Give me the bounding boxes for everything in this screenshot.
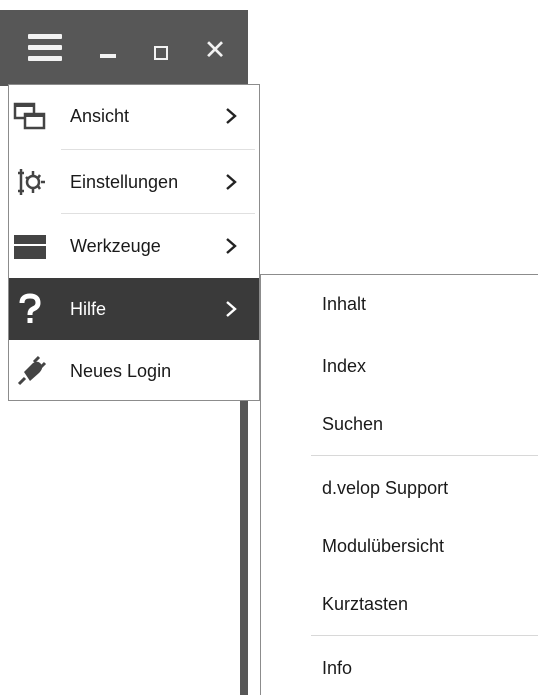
submenu-item-dvelop-support[interactable]: d.velop Support bbox=[261, 459, 538, 517]
question-icon bbox=[19, 293, 41, 323]
submenu-item-label: d.velop Support bbox=[322, 478, 449, 498]
submenu-separator bbox=[311, 455, 538, 456]
plug-icon bbox=[17, 355, 47, 386]
menu-item-einstellungen[interactable]: Einstellungen bbox=[9, 151, 259, 213]
submenu-item-label: Modulübersicht bbox=[322, 536, 445, 556]
chevron-right-icon bbox=[226, 301, 237, 317]
settings-gear-icon bbox=[18, 169, 45, 195]
submenu-item-moduluebersicht[interactable]: Modulübersicht bbox=[261, 517, 538, 575]
chevron-right-icon bbox=[226, 108, 237, 124]
chevron-right-icon bbox=[226, 174, 237, 190]
menu-item-werkzeuge[interactable]: Werkzeuge bbox=[9, 215, 259, 277]
submenu-item-kurztasten[interactable]: Kurztasten bbox=[261, 575, 538, 633]
help-submenu: Inhalt Index Suchen d.velop Support Modu… bbox=[260, 274, 538, 695]
submenu-item-label: Kurztasten bbox=[322, 594, 409, 614]
menu-item-label: Einstellungen bbox=[70, 172, 179, 192]
close-button[interactable]: ✕ bbox=[202, 37, 228, 64]
title-bar: ✕ bbox=[0, 10, 248, 86]
main-menu: Ansicht Einstellungen Werkzeuge Hilfe Ne… bbox=[8, 84, 260, 401]
menu-separator bbox=[61, 213, 255, 214]
hamburger-menu-icon[interactable] bbox=[28, 34, 62, 62]
chevron-right-icon bbox=[226, 238, 237, 254]
menu-item-label: Hilfe bbox=[70, 299, 107, 319]
submenu-item-label: Index bbox=[322, 356, 367, 376]
menu-item-label: Werkzeuge bbox=[70, 236, 161, 256]
submenu-item-label: Info bbox=[322, 658, 353, 678]
submenu-item-suchen[interactable]: Suchen bbox=[261, 395, 538, 453]
submenu-item-label: Inhalt bbox=[322, 294, 367, 314]
menu-item-neues-login[interactable]: Neues Login bbox=[9, 340, 259, 402]
submenu-item-label: Suchen bbox=[322, 414, 384, 434]
menu-item-label: Ansicht bbox=[70, 106, 130, 126]
submenu-item-index[interactable]: Index bbox=[261, 337, 538, 395]
submenu-separator bbox=[311, 635, 538, 636]
menu-item-hilfe[interactable]: Hilfe bbox=[9, 278, 259, 340]
menu-item-label: Neues Login bbox=[70, 361, 172, 381]
submenu-item-info[interactable]: Info bbox=[261, 639, 538, 697]
menu-item-ansicht[interactable]: Ansicht bbox=[9, 85, 259, 147]
window-edge bbox=[240, 400, 248, 695]
submenu-item-inhalt[interactable]: Inhalt bbox=[261, 275, 538, 333]
toolbox-icon bbox=[14, 235, 46, 259]
minimize-button[interactable] bbox=[100, 54, 116, 58]
maximize-button[interactable] bbox=[154, 46, 168, 60]
windows-icon bbox=[13, 102, 46, 130]
menu-separator bbox=[61, 149, 255, 150]
